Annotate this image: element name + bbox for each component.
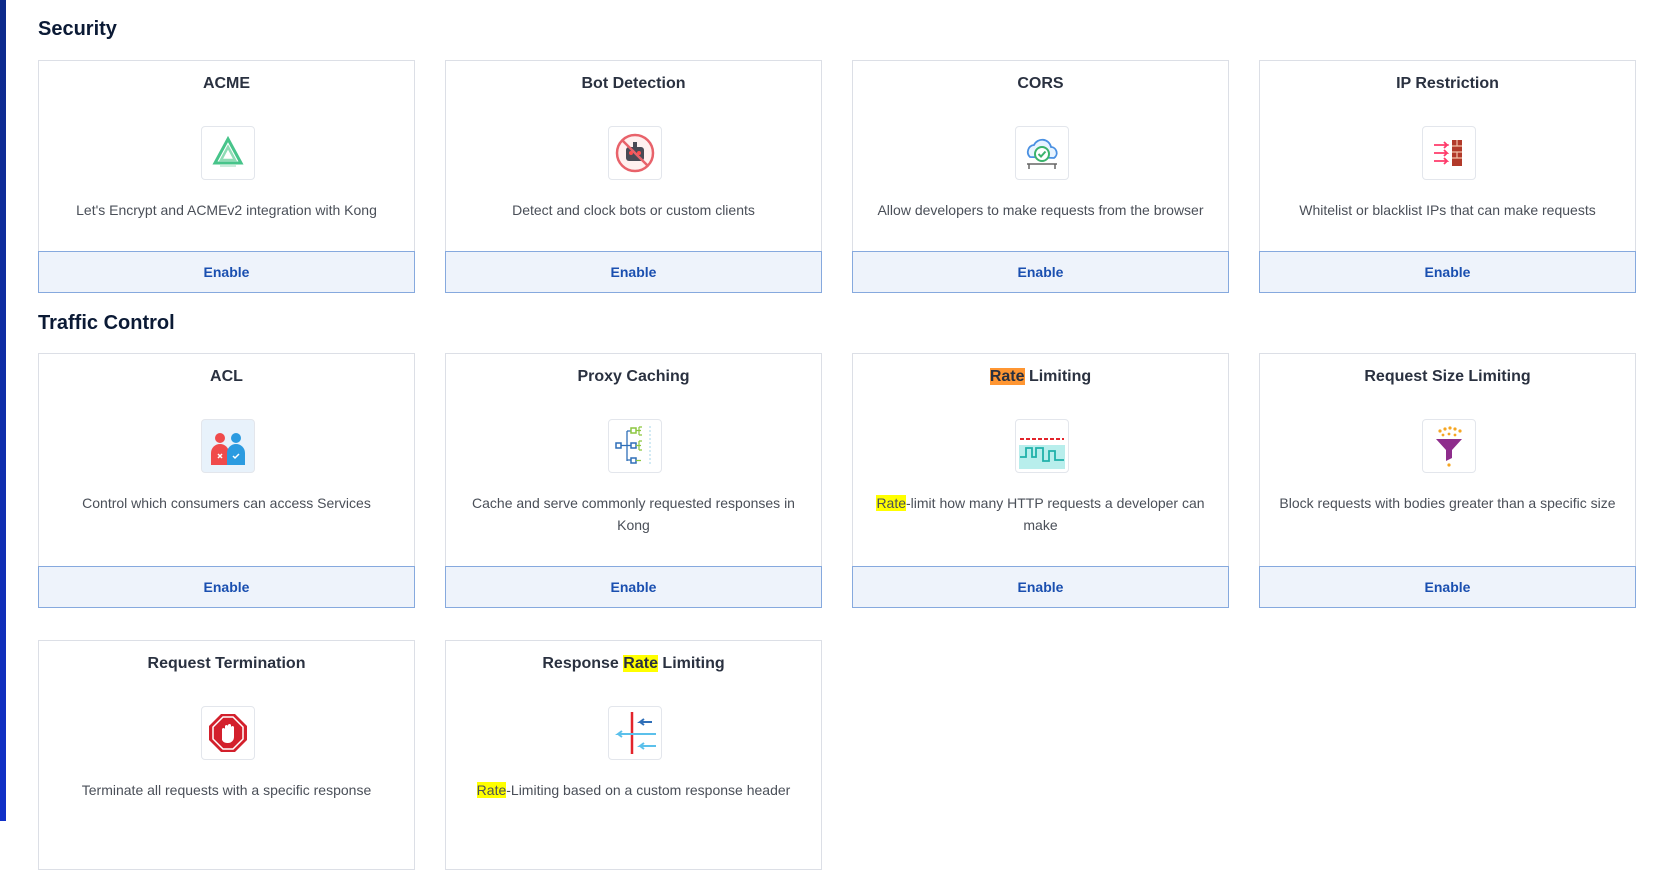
plugin-card-acme: ACME Let's Encrypt and ACMEv2 integratio… [38,60,415,293]
plugin-card-ip-restriction: IP Restriction Whitelist or blacklist IP… [1259,60,1636,293]
plugin-description: Allow developers to make requests from t… [877,202,1204,218]
request-size-limiting-icon [1422,419,1476,473]
window-left-edge [0,0,6,821]
plugin-title: Rate Limiting [989,368,1092,385]
search-highlight: Rate [989,368,1025,385]
enable-button-acl[interactable]: Enable [38,566,415,608]
plugin-card-response-rate-limiting: Response Rate Limiting Rate-Limiting bas… [445,640,822,870]
enable-button-bot-detection[interactable]: Enable [445,251,822,293]
plugin-title: Request Size Limiting [1364,368,1531,385]
plugin-title: Proxy Caching [577,368,690,385]
security-plugin-grid: ACME Let's Encrypt and ACMEv2 integratio… [38,60,1636,293]
enable-button-cors[interactable]: Enable [852,251,1229,293]
plugin-description: Let's Encrypt and ACMEv2 integration wit… [76,202,377,218]
ip-restriction-icon [1422,126,1476,180]
plugin-description: Cache and serve commonly requested respo… [472,495,795,533]
acl-icon [201,419,255,473]
search-highlight: Rate [476,782,507,798]
enable-button-request-size-limiting[interactable]: Enable [1259,566,1636,608]
plugin-description: Whitelist or blacklist IPs that can make… [1299,202,1596,218]
enable-button-proxy-caching[interactable]: Enable [445,566,822,608]
search-highlight: Rate [876,495,907,511]
plugin-card-proxy-caching: Proxy Caching Cache and serve commonly r… [445,353,822,608]
section-title-traffic-control: Traffic Control [38,312,175,334]
plugin-description: Detect and clock bots or custom clients [512,202,755,218]
plugin-card-request-size-limiting: Request Size Limiting Block requests wit… [1259,353,1636,608]
plugin-card-request-termination: Request Termination Terminate all reques… [38,640,415,870]
enable-button-rate-limiting[interactable]: Enable [852,566,1229,608]
traffic-control-plugin-grid: ACL Control which consumers can access S… [38,353,1636,870]
section-title-security: Security [38,18,117,40]
plugin-description: Control which consumers can access Servi… [82,495,371,511]
plugin-card-bot-detection: Bot Detection Detect and clock bots or c… [445,60,822,293]
cors-icon [1015,126,1069,180]
enable-button-ip-restriction[interactable]: Enable [1259,251,1636,293]
plugin-title: ACME [202,75,251,92]
request-termination-icon [201,706,255,760]
plugin-description: Terminate all requests with a specific r… [81,782,372,798]
plugin-card-cors: CORS Allow developers to make requests f… [852,60,1229,293]
enable-button-acme[interactable]: Enable [38,251,415,293]
plugin-title: ACL [210,368,243,385]
plugin-title: Response Rate Limiting [542,655,725,672]
plugin-title: IP Restriction [1396,75,1499,92]
bot-detection-icon [608,126,662,180]
acme-icon [201,126,255,180]
plugin-card-acl: ACL Control which consumers can access S… [38,353,415,608]
proxy-caching-icon [608,419,662,473]
plugin-card-rate-limiting: Rate Limiting Rate-limit how many HTTP r… [852,353,1229,608]
search-highlight: Rate [623,655,658,672]
plugin-title: Bot Detection [581,75,686,92]
plugin-description: Block requests with bodies greater than … [1279,495,1616,511]
response-rate-limiting-icon [608,706,662,760]
plugin-title: Request Termination [147,655,306,672]
plugin-title: CORS [1017,75,1064,92]
plugin-description: Rate-Limiting based on a custom response… [476,782,791,798]
rate-limiting-icon [1015,419,1069,473]
plugin-description: Rate-limit how many HTTP requests a deve… [876,495,1205,533]
